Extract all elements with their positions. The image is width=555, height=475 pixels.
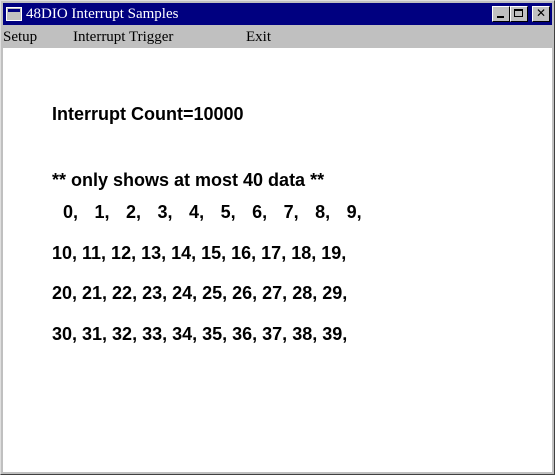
minimize-button[interactable] <box>492 6 510 22</box>
minimize-icon <box>497 16 504 18</box>
data-row: 20, 21, 22, 23, 24, 25, 26, 27, 28, 29, <box>52 283 348 303</box>
menu-bar: Setup Interrupt Trigger Exit <box>3 26 552 48</box>
app-window: 48DIO Interrupt Samples ✕ Setup Interrup… <box>0 0 555 475</box>
data-row: 10, 11, 12, 13, 14, 15, 16, 17, 18, 19, <box>52 243 347 263</box>
close-button[interactable]: ✕ <box>532 6 550 22</box>
window-title: 48DIO Interrupt Samples <box>26 6 179 22</box>
title-bar[interactable]: 48DIO Interrupt Samples ✕ <box>3 3 552 25</box>
menu-exit[interactable]: Exit <box>246 26 271 48</box>
data-row: 0, 1, 2, 3, 4, 5, 6, 7, 8, 9, <box>52 202 362 222</box>
menu-interrupt-trigger[interactable]: Interrupt Trigger <box>73 26 173 48</box>
close-icon: ✕ <box>535 6 547 20</box>
data-row: 30, 31, 32, 33, 34, 35, 36, 37, 38, 39, <box>52 324 348 344</box>
app-window-icon[interactable] <box>6 7 22 21</box>
maximize-button[interactable] <box>510 6 528 22</box>
menu-setup[interactable]: Setup <box>3 26 37 48</box>
interrupt-count-label: Interrupt Count=10000 <box>52 104 244 124</box>
data-limit-note: ** only shows at most 40 data ** <box>52 170 325 190</box>
maximize-icon <box>514 9 523 17</box>
client-area: Interrupt Count=10000 ** only shows at m… <box>3 48 552 472</box>
